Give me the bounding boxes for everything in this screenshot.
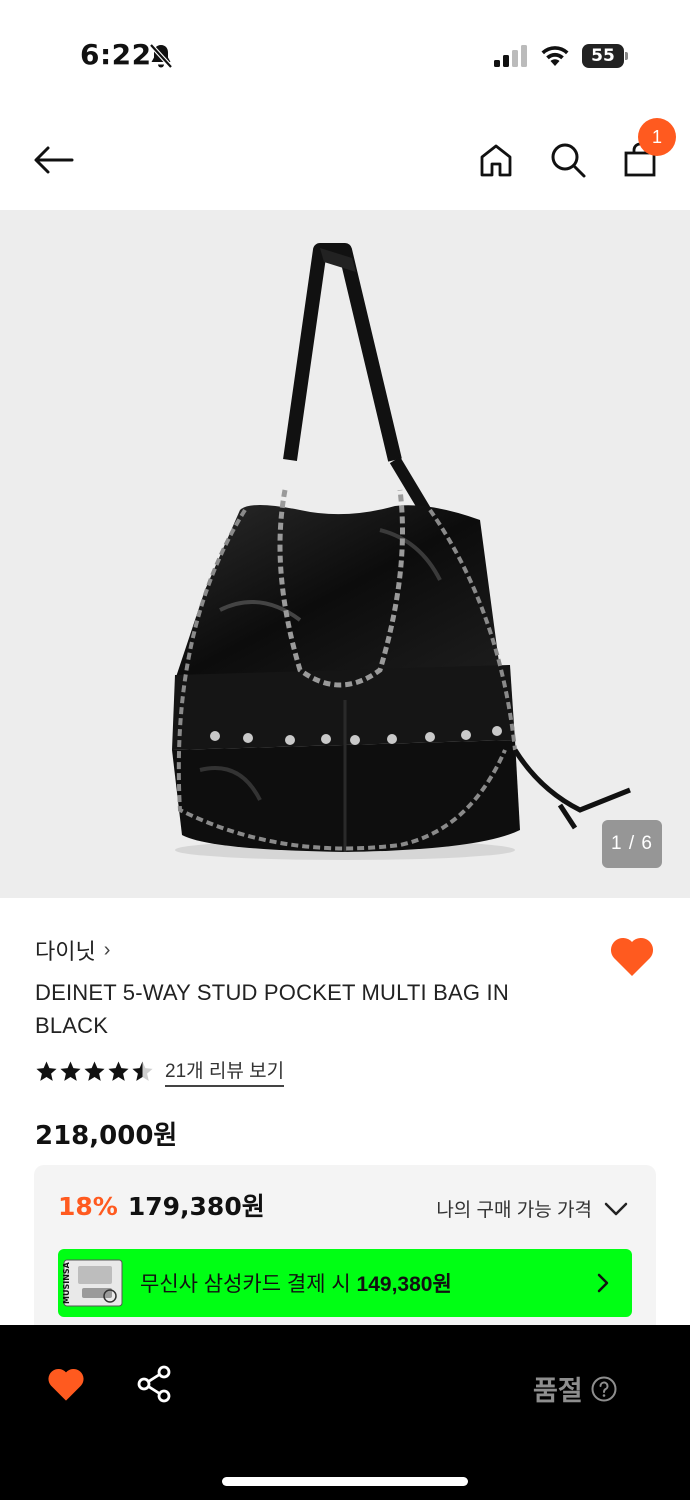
brand-name: 다이닛 [35, 939, 96, 964]
product-photo [172, 243, 631, 860]
star-rating [35, 1060, 155, 1083]
musinsa-card-image: MUSINSA [60, 1256, 126, 1310]
back-button[interactable] [30, 136, 78, 184]
top-navigation [0, 110, 690, 210]
chevron-right-icon [597, 1273, 609, 1293]
home-icon [480, 144, 512, 177]
chevron-down-icon [604, 1202, 628, 1215]
like-button[interactable] [608, 934, 656, 978]
battery-indicator: 55 [582, 44, 628, 68]
image-counter: 1 / 6 [602, 820, 662, 868]
my-price-toggle[interactable]: 나의 구매 가능 가격 [436, 1195, 628, 1222]
signal-icon [494, 45, 527, 67]
chevron-right-icon: › [103, 938, 111, 961]
card-promo-text: 무신사 삼성카드 결제 시 149,380원 [140, 1268, 596, 1298]
star-icon [36, 1060, 57, 1081]
wifi-icon [541, 46, 569, 66]
search-button[interactable] [544, 136, 592, 184]
discount-percent: 18% [58, 1192, 118, 1221]
home-button[interactable] [472, 136, 520, 184]
bell-off-icon [149, 43, 173, 69]
cart-count-badge: 1 [638, 118, 676, 156]
brand-link[interactable]: 다이닛 › [35, 934, 110, 966]
back-arrow-icon [34, 146, 74, 174]
sale-price: 179,380원 [127, 1192, 265, 1221]
card-promo-banner[interactable]: MUSINSA 무신사 삼성카드 결제 시 149,380원 [58, 1249, 632, 1317]
star-icon [108, 1060, 129, 1081]
discount-row: 18% 179,380원 [58, 1187, 265, 1223]
share-button[interactable] [136, 1365, 172, 1403]
status-bar: 6:22 55 [0, 0, 690, 110]
bottom-action-bar: 품절 [0, 1325, 690, 1500]
help-icon [591, 1376, 617, 1401]
product-title: DEINET 5-WAY STUD POCKET MULTI BAG IN BL… [35, 980, 509, 1038]
home-indicator [222, 1477, 468, 1486]
star-icon [84, 1060, 105, 1081]
product-image-carousel[interactable] [0, 210, 690, 898]
rating-row: 21개 리뷰 보기 [35, 1056, 285, 1087]
heart-icon [48, 1368, 84, 1401]
my-price-label: 나의 구매 가능 가격 [436, 1200, 592, 1221]
soldout-label: 품절 [533, 1376, 583, 1406]
battery-level: 55 [582, 44, 624, 68]
card-brand-text: MUSINSA [62, 1261, 71, 1304]
review-link[interactable]: 21개 리뷰 보기 [165, 1056, 285, 1087]
star-icon [60, 1060, 81, 1081]
status-time: 6:22 [80, 38, 152, 71]
bottom-like-button[interactable] [46, 1365, 86, 1403]
star-half-icon [132, 1060, 153, 1081]
card-promo-prefix: 무신사 삼성카드 결제 시 [140, 1273, 351, 1296]
original-price: 218,000원 [35, 1121, 178, 1151]
heart-icon [610, 937, 654, 976]
search-icon [551, 143, 586, 178]
share-icon [137, 1365, 171, 1403]
card-promo-price: 149,380원 [356, 1273, 452, 1296]
soldout-status[interactable]: 품절 [533, 1369, 617, 1408]
